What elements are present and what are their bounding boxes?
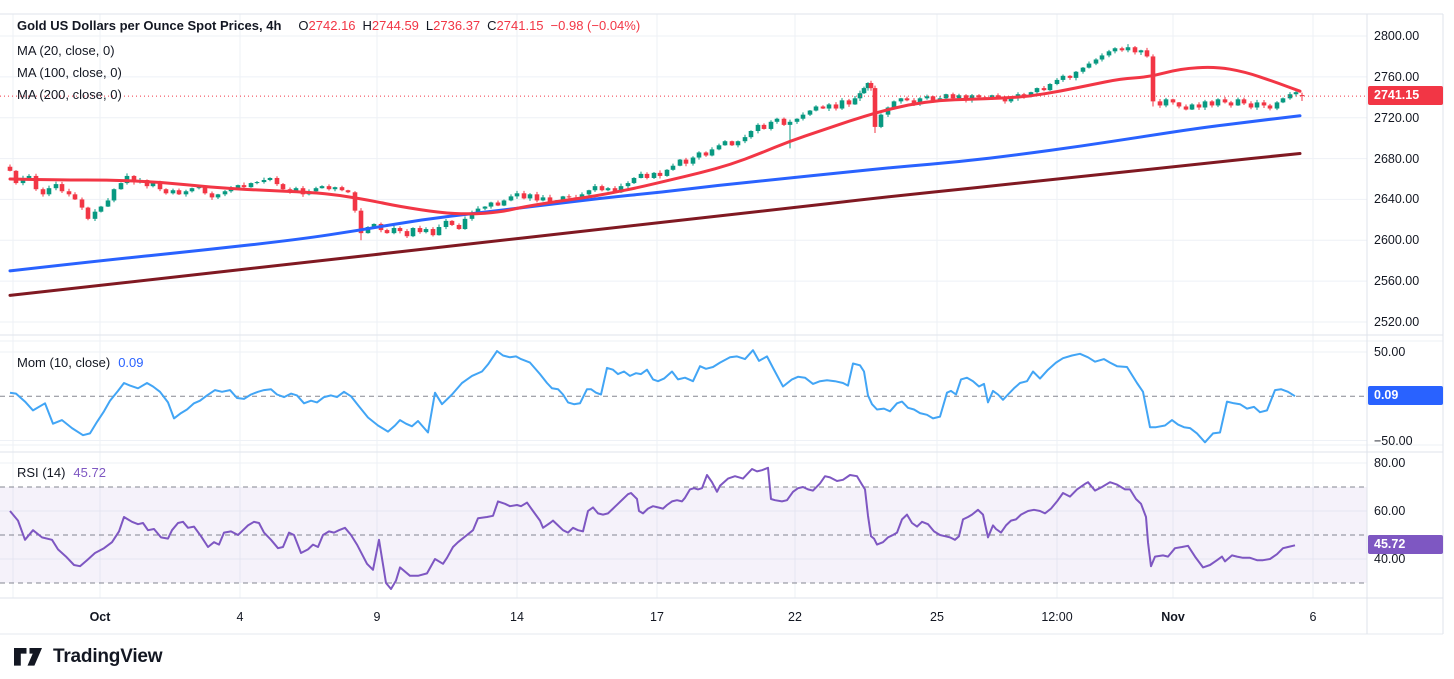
low-value: 2736.37 (433, 18, 480, 33)
tradingview-logo-text: TradingView (53, 646, 162, 668)
ma200-label: MA (200, close, 0) (17, 87, 122, 102)
open-value: 2742.16 (309, 18, 356, 33)
price-tick-label: 2560.00 (1374, 274, 1419, 288)
time-tick-label: 4 (237, 610, 244, 624)
price-tick-label: 2760.00 (1374, 70, 1419, 84)
change-value: −0.98 (−0.04%) (551, 18, 641, 33)
ma200-legend[interactable]: MA (200, close, 0) (17, 87, 122, 102)
price-tick-label: 2680.00 (1374, 152, 1419, 166)
high-value: 2744.59 (372, 18, 419, 33)
last-price-badge: 2741.15 (1368, 86, 1443, 105)
rsi-legend[interactable]: RSI (14) 45.72 (17, 465, 106, 480)
close-key: C (487, 18, 496, 33)
close-value: 2741.15 (497, 18, 544, 33)
rsi-band (0, 487, 1367, 583)
time-tick-label: 17 (650, 610, 664, 624)
rsi-tick-label: 60.00 (1374, 504, 1405, 518)
price-tick-label: 2600.00 (1374, 233, 1419, 247)
time-tick-label: 12:00 (1041, 610, 1072, 624)
chart-canvas[interactable] (0, 0, 1454, 679)
tradingview-logo[interactable]: TradingView (14, 646, 162, 668)
price-tick-label: 2800.00 (1374, 29, 1419, 43)
open-key: O (298, 18, 308, 33)
symbol-legend[interactable]: Gold US Dollars per Ounce Spot Prices, 4… (17, 18, 640, 33)
rsi-tick-label: 40.00 (1374, 552, 1405, 566)
momentum-value-badge: 0.09 (1368, 386, 1443, 405)
symbol-title: Gold US Dollars per Ounce Spot Prices, 4… (17, 18, 281, 33)
ma20-legend[interactable]: MA (20, close, 0) (17, 43, 115, 58)
time-tick-label: 14 (510, 610, 524, 624)
time-tick-label: 6 (1310, 610, 1317, 624)
time-tick-label: 22 (788, 610, 802, 624)
ma100-label: MA (100, close, 0) (17, 65, 122, 80)
momentum-legend[interactable]: Mom (10, close) 0.09 (17, 355, 144, 370)
rsi-label: RSI (14) (17, 465, 65, 480)
time-tick-label: 9 (374, 610, 381, 624)
momentum-value: 0.09 (118, 355, 143, 370)
rsi-value: 45.72 (73, 465, 106, 480)
price-tick-label: 2720.00 (1374, 111, 1419, 125)
time-tick-label: Nov (1161, 610, 1185, 624)
momentum-tick-label: −50.00 (1374, 434, 1413, 448)
rsi-value-badge: 45.72 (1368, 535, 1443, 554)
price-tick-label: 2640.00 (1374, 192, 1419, 206)
time-tick-label: 25 (930, 610, 944, 624)
ma20-label: MA (20, close, 0) (17, 43, 115, 58)
tradingview-chart: Gold US Dollars per Ounce Spot Prices, 4… (0, 0, 1454, 679)
tradingview-logo-icon (14, 647, 44, 667)
ma100-legend[interactable]: MA (100, close, 0) (17, 65, 122, 80)
high-key: H (363, 18, 372, 33)
momentum-label: Mom (10, close) (17, 355, 110, 370)
momentum-tick-label: 50.00 (1374, 345, 1405, 359)
price-tick-label: 2520.00 (1374, 315, 1419, 329)
rsi-tick-label: 80.00 (1374, 456, 1405, 470)
time-tick-label: Oct (90, 610, 111, 624)
